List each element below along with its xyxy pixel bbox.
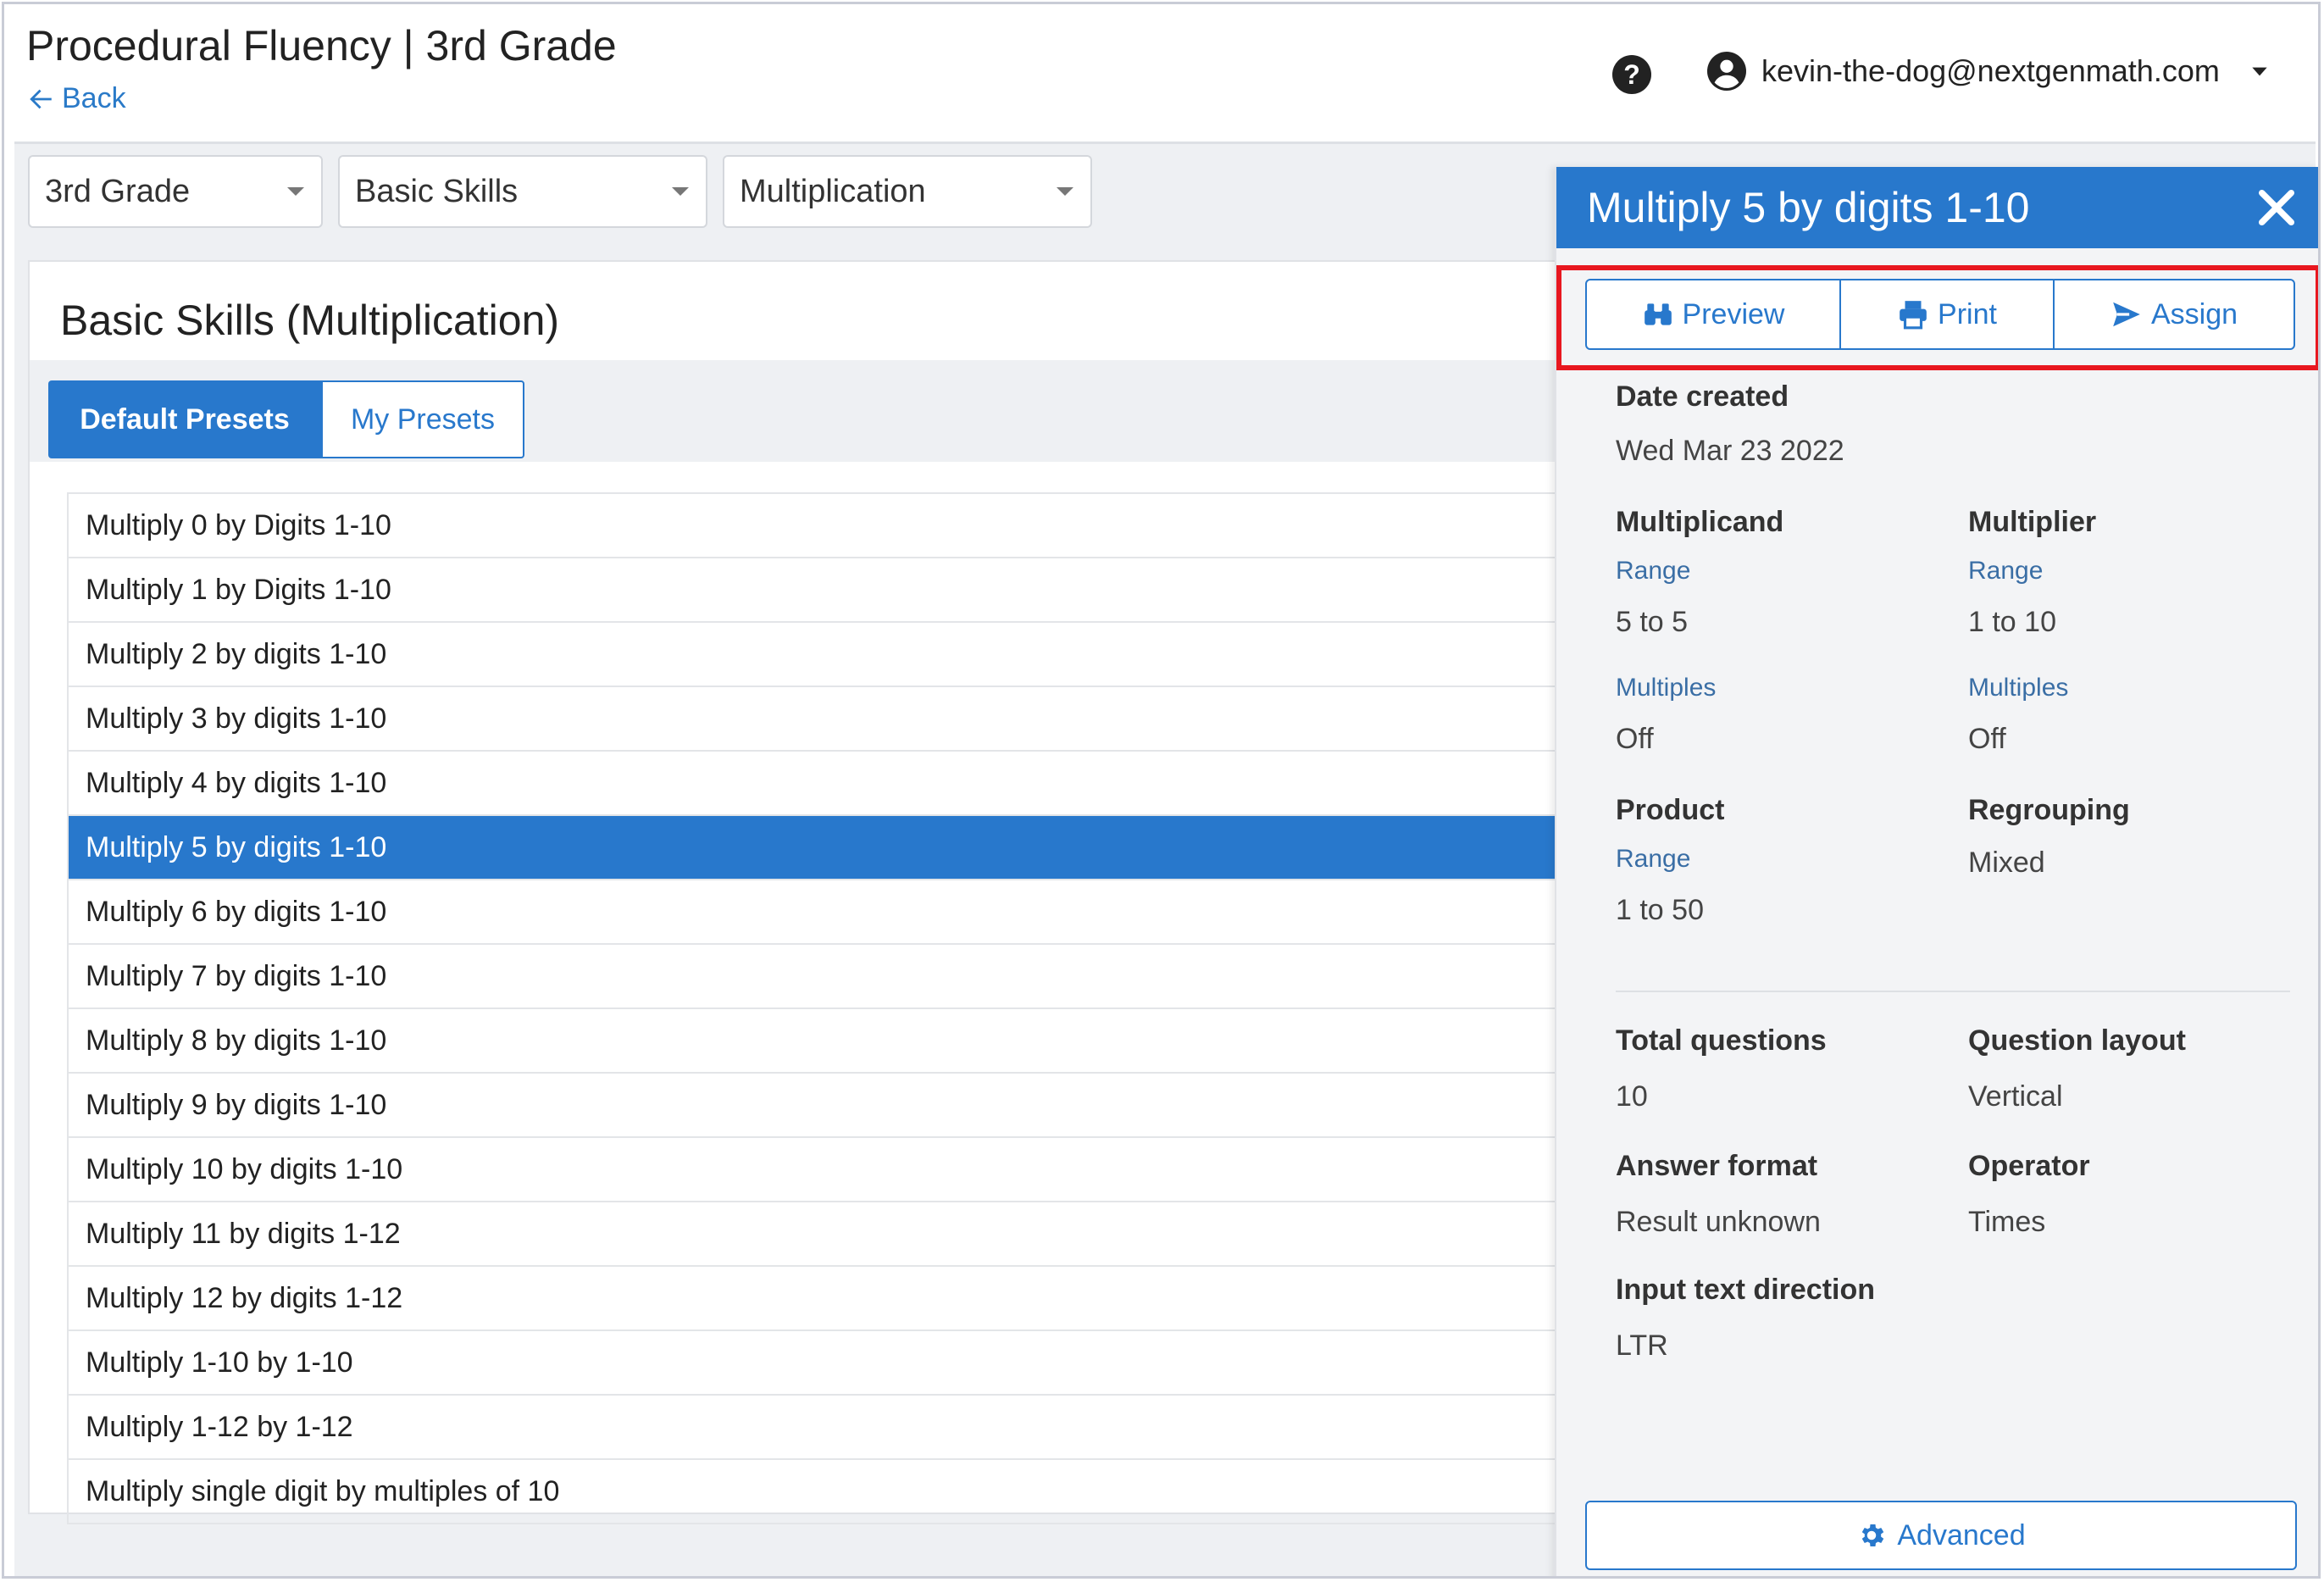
answer-format-value: Result unknown <box>1616 1206 1821 1238</box>
preset-list: Multiply 0 by Digits 1-10 Multiply 1 by … <box>67 492 1580 1524</box>
binoculars-icon <box>1644 303 1672 325</box>
advanced-button[interactable]: Advanced <box>1585 1501 2297 1570</box>
product-label: Product <box>1616 794 1725 826</box>
app-window: Procedural Fluency | 3rd Grade Back ? ke… <box>2 2 2321 1579</box>
preset-item[interactable]: Multiply 11 by digits 1-12 <box>67 1202 1580 1267</box>
back-link[interactable]: Back <box>26 82 126 115</box>
preset-item[interactable]: Multiply 1-10 by 1-10 <box>67 1331 1580 1396</box>
multiplier-label: Multiplier <box>1968 506 2097 538</box>
account-menu[interactable]: kevin-the-dog@nextgenmath.com <box>1707 52 2271 91</box>
product-range-value: 1 to 50 <box>1616 894 1704 926</box>
assign-label: Assign <box>2150 297 2238 330</box>
preset-item[interactable]: Multiply 6 by digits 1-10 <box>67 880 1580 945</box>
user-avatar-icon <box>1707 52 1746 91</box>
category-select[interactable]: Basic Skills <box>338 155 707 228</box>
regrouping-value: Mixed <box>1968 847 2045 879</box>
preset-detail-panel: Multiply 5 by digits 1-10 Preview Print … <box>1555 167 2318 1576</box>
multiplier-range-label: Range <box>1968 557 2044 585</box>
product-range-label: Range <box>1616 845 1691 873</box>
dropdown-arrow-icon <box>1057 187 1073 196</box>
preset-item[interactable]: Multiply 3 by digits 1-10 <box>67 687 1580 752</box>
date-created-label: Date created <box>1616 380 1789 413</box>
preset-item[interactable]: Multiply 8 by digits 1-10 <box>67 1009 1580 1074</box>
divider <box>1616 991 2290 992</box>
grade-select[interactable]: 3rd Grade <box>28 155 323 228</box>
close-icon[interactable] <box>2255 186 2299 230</box>
question-layout-value: Vertical <box>1968 1080 2063 1113</box>
multiplier-range-value: 1 to 10 <box>1968 606 2056 638</box>
multiplier-multiples-label: Multiples <box>1968 674 2069 702</box>
preset-item[interactable]: Multiply 7 by digits 1-10 <box>67 945 1580 1009</box>
tab-my-presets[interactable]: My Presets <box>321 380 524 458</box>
printer-icon <box>1900 301 1927 330</box>
preset-item[interactable]: Multiply 9 by digits 1-10 <box>67 1074 1580 1138</box>
preset-item-selected[interactable]: Multiply 5 by digits 1-10 <box>67 816 1580 880</box>
preview-label: Preview <box>1682 297 1785 330</box>
user-email: kevin-the-dog@nextgenmath.com <box>1761 53 2220 88</box>
print-label: Print <box>1938 297 1997 330</box>
panel-header: Multiply 5 by digits 1-10 <box>1556 167 2318 248</box>
advanced-label: Advanced <box>1897 1518 2026 1551</box>
preset-item[interactable]: Multiply 12 by digits 1-12 <box>67 1267 1580 1331</box>
tab-default-presets[interactable]: Default Presets <box>48 380 321 458</box>
preset-item[interactable]: Multiply single digit by multiples of 10 <box>67 1460 1580 1524</box>
date-created-value: Wed Mar 23 2022 <box>1616 435 1844 467</box>
back-label: Back <box>62 82 126 114</box>
send-icon <box>2113 302 2140 327</box>
preset-item[interactable]: Multiply 1 by Digits 1-10 <box>67 558 1580 623</box>
multiplicand-multiples-label: Multiples <box>1616 674 1717 702</box>
help-icon[interactable]: ? <box>1612 55 1651 94</box>
dropdown-arrow-icon <box>287 187 304 196</box>
presets-card: Basic Skills (Multiplication) Default Pr… <box>28 260 1580 1524</box>
assign-button[interactable]: Assign <box>2055 280 2293 348</box>
action-button-group: Preview Print Assign <box>1585 279 2295 350</box>
preset-item[interactable]: Multiply 4 by digits 1-10 <box>67 752 1580 816</box>
input-direction-value: LTR <box>1616 1329 1668 1362</box>
caret-down-icon <box>2252 67 2267 76</box>
multiplicand-range-value: 5 to 5 <box>1616 606 1689 638</box>
multiplier-multiples-value: Off <box>1968 723 2006 755</box>
topic-select[interactable]: Multiplication <box>723 155 1092 228</box>
panel-title: Multiply 5 by digits 1-10 <box>1587 184 2030 231</box>
preset-item[interactable]: Multiply 10 by digits 1-10 <box>67 1138 1580 1202</box>
preset-item[interactable]: Multiply 1-12 by 1-12 <box>67 1396 1580 1460</box>
card-title: Basic Skills (Multiplication) <box>60 297 560 344</box>
multiplicand-label: Multiplicand <box>1616 506 1784 538</box>
preset-item[interactable]: Multiply 0 by Digits 1-10 <box>67 494 1580 558</box>
category-select-value: Basic Skills <box>355 173 519 209</box>
answer-format-label: Answer format <box>1616 1150 1818 1182</box>
total-questions-label: Total questions <box>1616 1024 1827 1057</box>
total-questions-value: 10 <box>1616 1080 1648 1113</box>
dropdown-arrow-icon <box>672 187 689 196</box>
topic-select-value: Multiplication <box>740 173 926 209</box>
arrow-left-icon <box>30 89 52 108</box>
operator-value: Times <box>1968 1206 2046 1238</box>
multiplicand-range-label: Range <box>1616 557 1691 585</box>
operator-label: Operator <box>1968 1150 2090 1182</box>
input-direction-label: Input text direction <box>1616 1274 1875 1306</box>
multiplicand-multiples-value: Off <box>1616 723 1654 755</box>
gear-icon <box>1862 1524 1884 1547</box>
preset-item[interactable]: Multiply 2 by digits 1-10 <box>67 623 1580 687</box>
page-title: Procedural Fluency | 3rd Grade <box>26 22 617 69</box>
preview-button[interactable]: Preview <box>1587 280 1841 348</box>
print-button[interactable]: Print <box>1841 280 2055 348</box>
grade-select-value: 3rd Grade <box>45 173 191 209</box>
regrouping-label: Regrouping <box>1968 794 2130 826</box>
question-layout-label: Question layout <box>1968 1024 2186 1057</box>
